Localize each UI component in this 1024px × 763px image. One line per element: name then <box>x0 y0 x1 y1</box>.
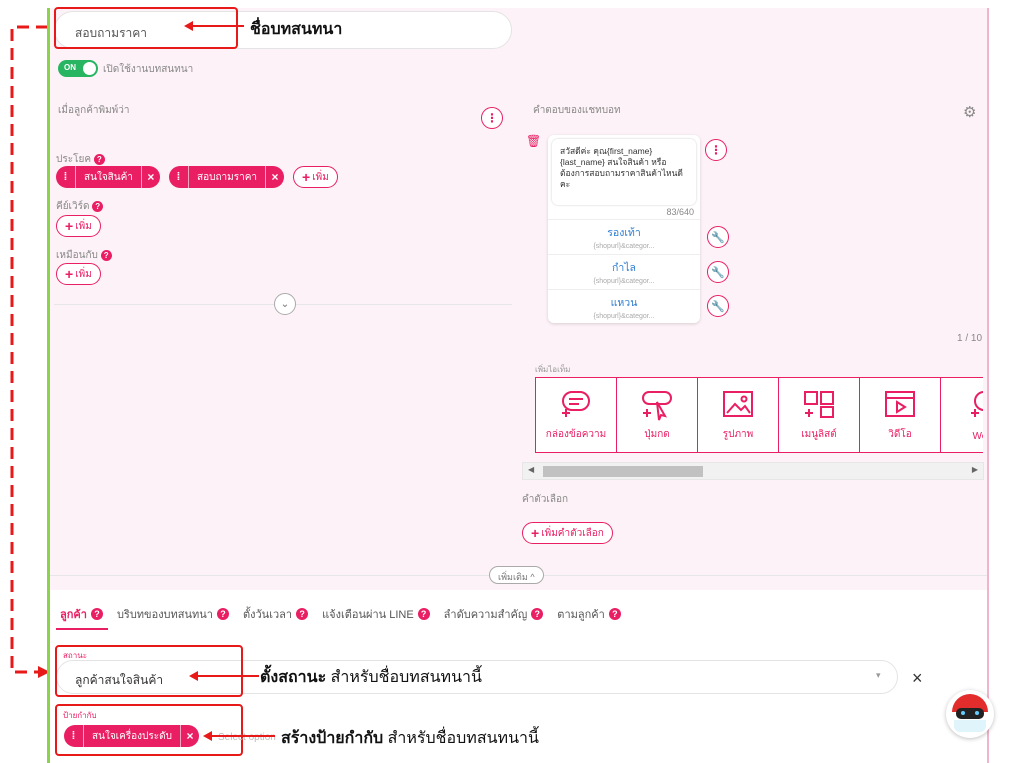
remove-chip-icon[interactable]: × <box>181 729 199 743</box>
bot-message-menu-button[interactable]: ⋮ <box>705 139 727 161</box>
drag-handle-icon[interactable]: ⁞ <box>64 725 84 747</box>
dropdown-arrow-icon[interactable]: ▾ <box>876 670 881 681</box>
sentence-label: ประโยค ? <box>56 152 105 167</box>
annotation-arrow-line <box>197 675 259 677</box>
robot-icon <box>952 694 988 732</box>
tab-context[interactable]: บริบทของบทสนทนา? <box>117 603 229 625</box>
video-icon <box>885 391 915 417</box>
quick-reply-item[interactable]: รองเท้า {shopurl}&categor... <box>548 219 700 253</box>
options-heading: คำตัวเลือก <box>522 494 569 505</box>
help-icon[interactable]: ? <box>100 249 112 261</box>
scroll-right-icon[interactable]: ▶ <box>972 465 978 474</box>
edit-wrench-icon[interactable]: 🔧 <box>707 226 729 248</box>
tag-label: ป้ายกำกับ <box>63 711 97 720</box>
message-box-icon <box>562 391 590 417</box>
customer-says-heading: เมื่อลูกค้าพิมพ์ว่า <box>58 105 130 116</box>
tag-chip[interactable]: ⁞ สนใจเครื่องประดับ × <box>64 725 199 747</box>
edit-wrench-icon[interactable]: 🔧 <box>707 295 729 317</box>
scroll-left-icon[interactable]: ◀ <box>528 465 534 474</box>
tab-schedule[interactable]: ตั้งวันเวลา? <box>243 603 309 625</box>
drag-handle-icon[interactable]: ⁞ <box>169 166 189 188</box>
tag-annotation: สร้างป้ายกำกับ สำหรับชื่อบทสนทนานี้ <box>278 726 542 751</box>
tab-customer[interactable]: ลูกค้า? <box>60 603 103 625</box>
item-message-box[interactable]: กล่องข้อความ <box>535 377 617 453</box>
help-icon[interactable]: ? <box>531 608 544 620</box>
bot-name-annotation: ชื่อบทสนทนา <box>250 21 343 38</box>
bot-message-card: สวัสดีค่ะ คุณ{first_name} {last_name} สน… <box>548 135 700 323</box>
help-icon[interactable]: ? <box>608 608 621 620</box>
active-tab-underline <box>56 628 108 630</box>
tab-priority[interactable]: ลำดับความสำคัญ? <box>444 603 544 625</box>
clear-status-icon[interactable]: × <box>912 668 923 689</box>
help-icon[interactable]: ? <box>92 200 104 212</box>
help-icon[interactable]: ? <box>296 608 309 620</box>
status-label: สถานะ <box>63 651 87 660</box>
expand-chevron-icon[interactable]: ⌄ <box>274 293 296 315</box>
button-click-icon <box>642 391 672 421</box>
more-button[interactable]: เพิ่มเติม ^ <box>489 566 544 584</box>
toggle-label: เปิดใช้งานบทสนทนา <box>103 64 194 75</box>
annotation-arrow-line <box>211 735 275 737</box>
help-icon[interactable]: ? <box>417 608 430 620</box>
chevron-up-icon: ^ <box>530 572 535 582</box>
keyword-label: คีย์เวิร์ด ? <box>56 199 104 214</box>
char-count: 83/640 <box>666 207 694 217</box>
bot-reply-heading: คำตอบของแชทบอท <box>533 105 621 116</box>
add-similar-button[interactable]: + เพิ่ม <box>56 263 101 285</box>
help-icon[interactable]: ? <box>216 608 229 620</box>
tab-follow-customer[interactable]: ตามลูกค้า? <box>557 603 621 625</box>
add-sentence-button[interactable]: + เพิ่ม <box>293 166 338 188</box>
quick-reply-item[interactable]: กำไล {shopurl}&categor... <box>548 254 700 288</box>
gear-icon[interactable]: ⚙ <box>963 103 976 121</box>
customer-menu-button[interactable]: ⋮ <box>481 107 503 129</box>
similar-label: เหมือนกับ ? <box>56 248 112 263</box>
image-icon <box>723 391 753 417</box>
help-icon[interactable]: ? <box>90 608 103 620</box>
enable-toggle[interactable]: ON <box>58 60 98 77</box>
bot-message-text[interactable]: สวัสดีค่ะ คุณ{first_name} {last_name} สน… <box>552 139 696 205</box>
toggle-knob <box>83 62 96 75</box>
drag-handle-icon[interactable]: ⁞ <box>56 166 76 188</box>
sentence-chip[interactable]: ⁞ สนใจสินค้า × <box>56 166 160 188</box>
sentence-chip[interactable]: ⁞ สอบถามราคา × <box>169 166 285 188</box>
item-image[interactable]: รูปภาพ <box>697 377 779 453</box>
add-item-row: กล่องข้อความ ปุ่มกด รูปภาพ เมนูลิสต์ วิด… <box>535 377 983 453</box>
item-video[interactable]: วิดีโอ <box>859 377 941 453</box>
item-button[interactable]: ปุ่มกด <box>616 377 698 453</box>
tag-input[interactable]: Select option <box>218 732 276 743</box>
item-menu-list[interactable]: เมนูลิสต์ <box>778 377 860 453</box>
items-scrollbar[interactable]: ◀ ▶ <box>522 462 984 480</box>
quick-reply-item[interactable]: แหวน {shopurl}&categor... <box>548 289 700 323</box>
trash-icon[interactable]: 🗑 <box>526 134 541 148</box>
item-web[interactable]: Wel <box>940 377 983 453</box>
chat-mascot-avatar[interactable] <box>946 690 994 738</box>
remove-chip-icon[interactable]: × <box>266 170 284 184</box>
bot-name-highlight <box>54 7 238 49</box>
annotation-arrow-line <box>192 25 244 27</box>
add-keyword-button[interactable]: + เพิ่ม <box>56 215 101 237</box>
status-annotation: ตั้งสถานะ สำหรับชื่อบทสนทนานี้ <box>260 669 482 686</box>
menu-list-icon <box>804 391 834 418</box>
tab-line-notify[interactable]: แจ้งเตือนผ่าน LINE? <box>322 603 430 625</box>
pagination: 1 / 10 <box>957 333 983 344</box>
settings-tabs: ลูกค้า? บริบทของบทสนทนา? ตั้งวันเวลา? แจ… <box>60 603 635 625</box>
help-icon[interactable]: ? <box>93 153 105 165</box>
toggle-state-label: ON <box>64 63 76 72</box>
edit-wrench-icon[interactable]: 🔧 <box>707 261 729 283</box>
add-option-button[interactable]: + เพิ่มคำตัวเลือก <box>522 522 613 544</box>
remove-chip-icon[interactable]: × <box>142 170 160 184</box>
web-icon <box>971 391 983 417</box>
add-item-heading: เพิ่มไอเท็ม <box>535 365 571 374</box>
scroll-thumb[interactable] <box>543 466 703 477</box>
